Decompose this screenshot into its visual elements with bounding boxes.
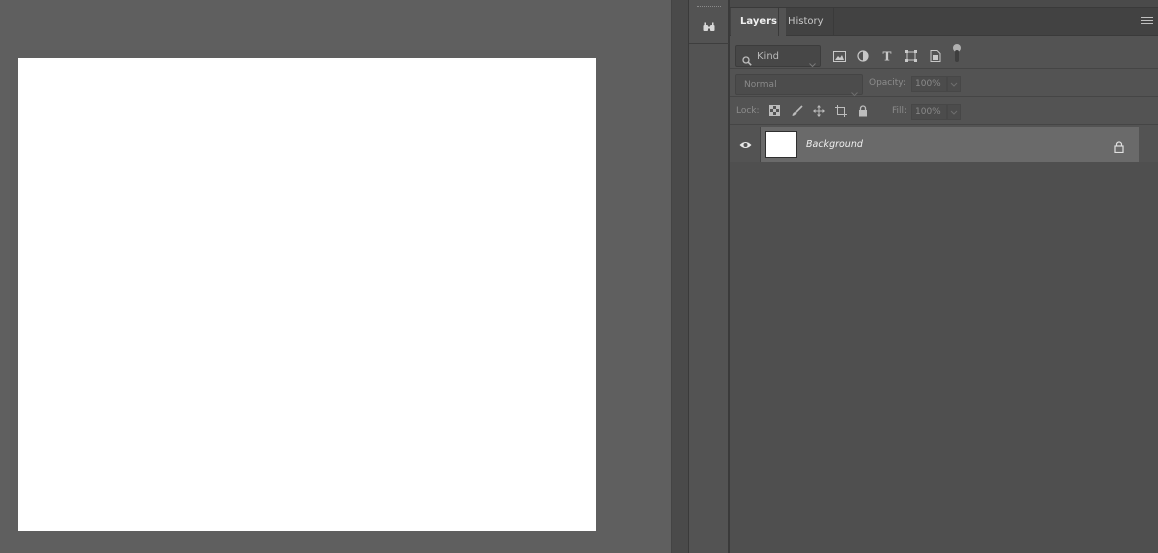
filter-toggle-switch[interactable] xyxy=(952,44,962,62)
lock-all-icon[interactable] xyxy=(856,104,869,117)
lock-label: Lock: xyxy=(736,106,760,116)
layers-list-empty-area[interactable] xyxy=(730,162,1158,553)
tab-history[interactable]: History xyxy=(778,8,834,36)
canvas-workspace[interactable] xyxy=(0,0,671,553)
search-icon xyxy=(742,51,752,70)
layer-filter-row: Kind T xyxy=(730,37,1158,69)
opacity-label: Opacity: xyxy=(869,78,906,88)
blend-mode-value: Normal xyxy=(744,80,777,90)
layer-row-background[interactable]: Background xyxy=(730,127,1139,162)
document-canvas[interactable] xyxy=(18,58,596,531)
collapsed-panel-dock xyxy=(688,0,729,553)
lock-fill-row: Lock: Fill: 100% xyxy=(730,97,1158,125)
layers-panel: Layers History Kind T Normal Opacity: 10… xyxy=(729,0,1158,553)
brush-icon[interactable] xyxy=(790,104,803,117)
panel-header-strip[interactable] xyxy=(730,0,1158,8)
dock-grip[interactable] xyxy=(697,6,721,9)
adjustment-layer-filter-icon[interactable] xyxy=(856,49,870,63)
eye-icon[interactable] xyxy=(730,127,761,162)
lock-transparency-icon[interactable] xyxy=(768,104,781,117)
kind-filter-select[interactable]: Kind xyxy=(735,45,821,70)
dock-divider xyxy=(689,43,729,44)
layer-lock-icon[interactable] xyxy=(1114,138,1124,157)
opacity-dropdown[interactable] xyxy=(947,76,961,92)
shape-layer-filter-icon[interactable] xyxy=(904,49,918,63)
panel-menu-icon[interactable] xyxy=(1141,17,1153,27)
fill-label: Fill: xyxy=(892,106,908,116)
layer-thumbnail xyxy=(765,131,797,158)
type-layer-filter-icon[interactable]: T xyxy=(880,49,894,63)
move-icon[interactable] xyxy=(812,104,825,117)
layer-name[interactable]: Background xyxy=(806,139,863,150)
dock-separator xyxy=(671,0,688,553)
panel-tab-bar: Layers History xyxy=(730,8,1158,36)
fill-field[interactable]: 100% xyxy=(911,104,947,120)
smart-object-filter-icon[interactable] xyxy=(928,49,942,63)
kind-filter-label: Kind xyxy=(757,51,780,62)
pixel-layer-filter-icon[interactable] xyxy=(832,49,846,63)
glasses-icon[interactable] xyxy=(697,15,721,39)
fill-dropdown[interactable] xyxy=(947,104,961,120)
opacity-field[interactable]: 100% xyxy=(911,76,947,92)
svg-text:T: T xyxy=(883,50,892,62)
artboard-icon[interactable] xyxy=(834,104,847,117)
blend-mode-select[interactable]: Normal xyxy=(735,74,863,97)
blend-opacity-row: Normal Opacity: 100% xyxy=(730,69,1158,97)
